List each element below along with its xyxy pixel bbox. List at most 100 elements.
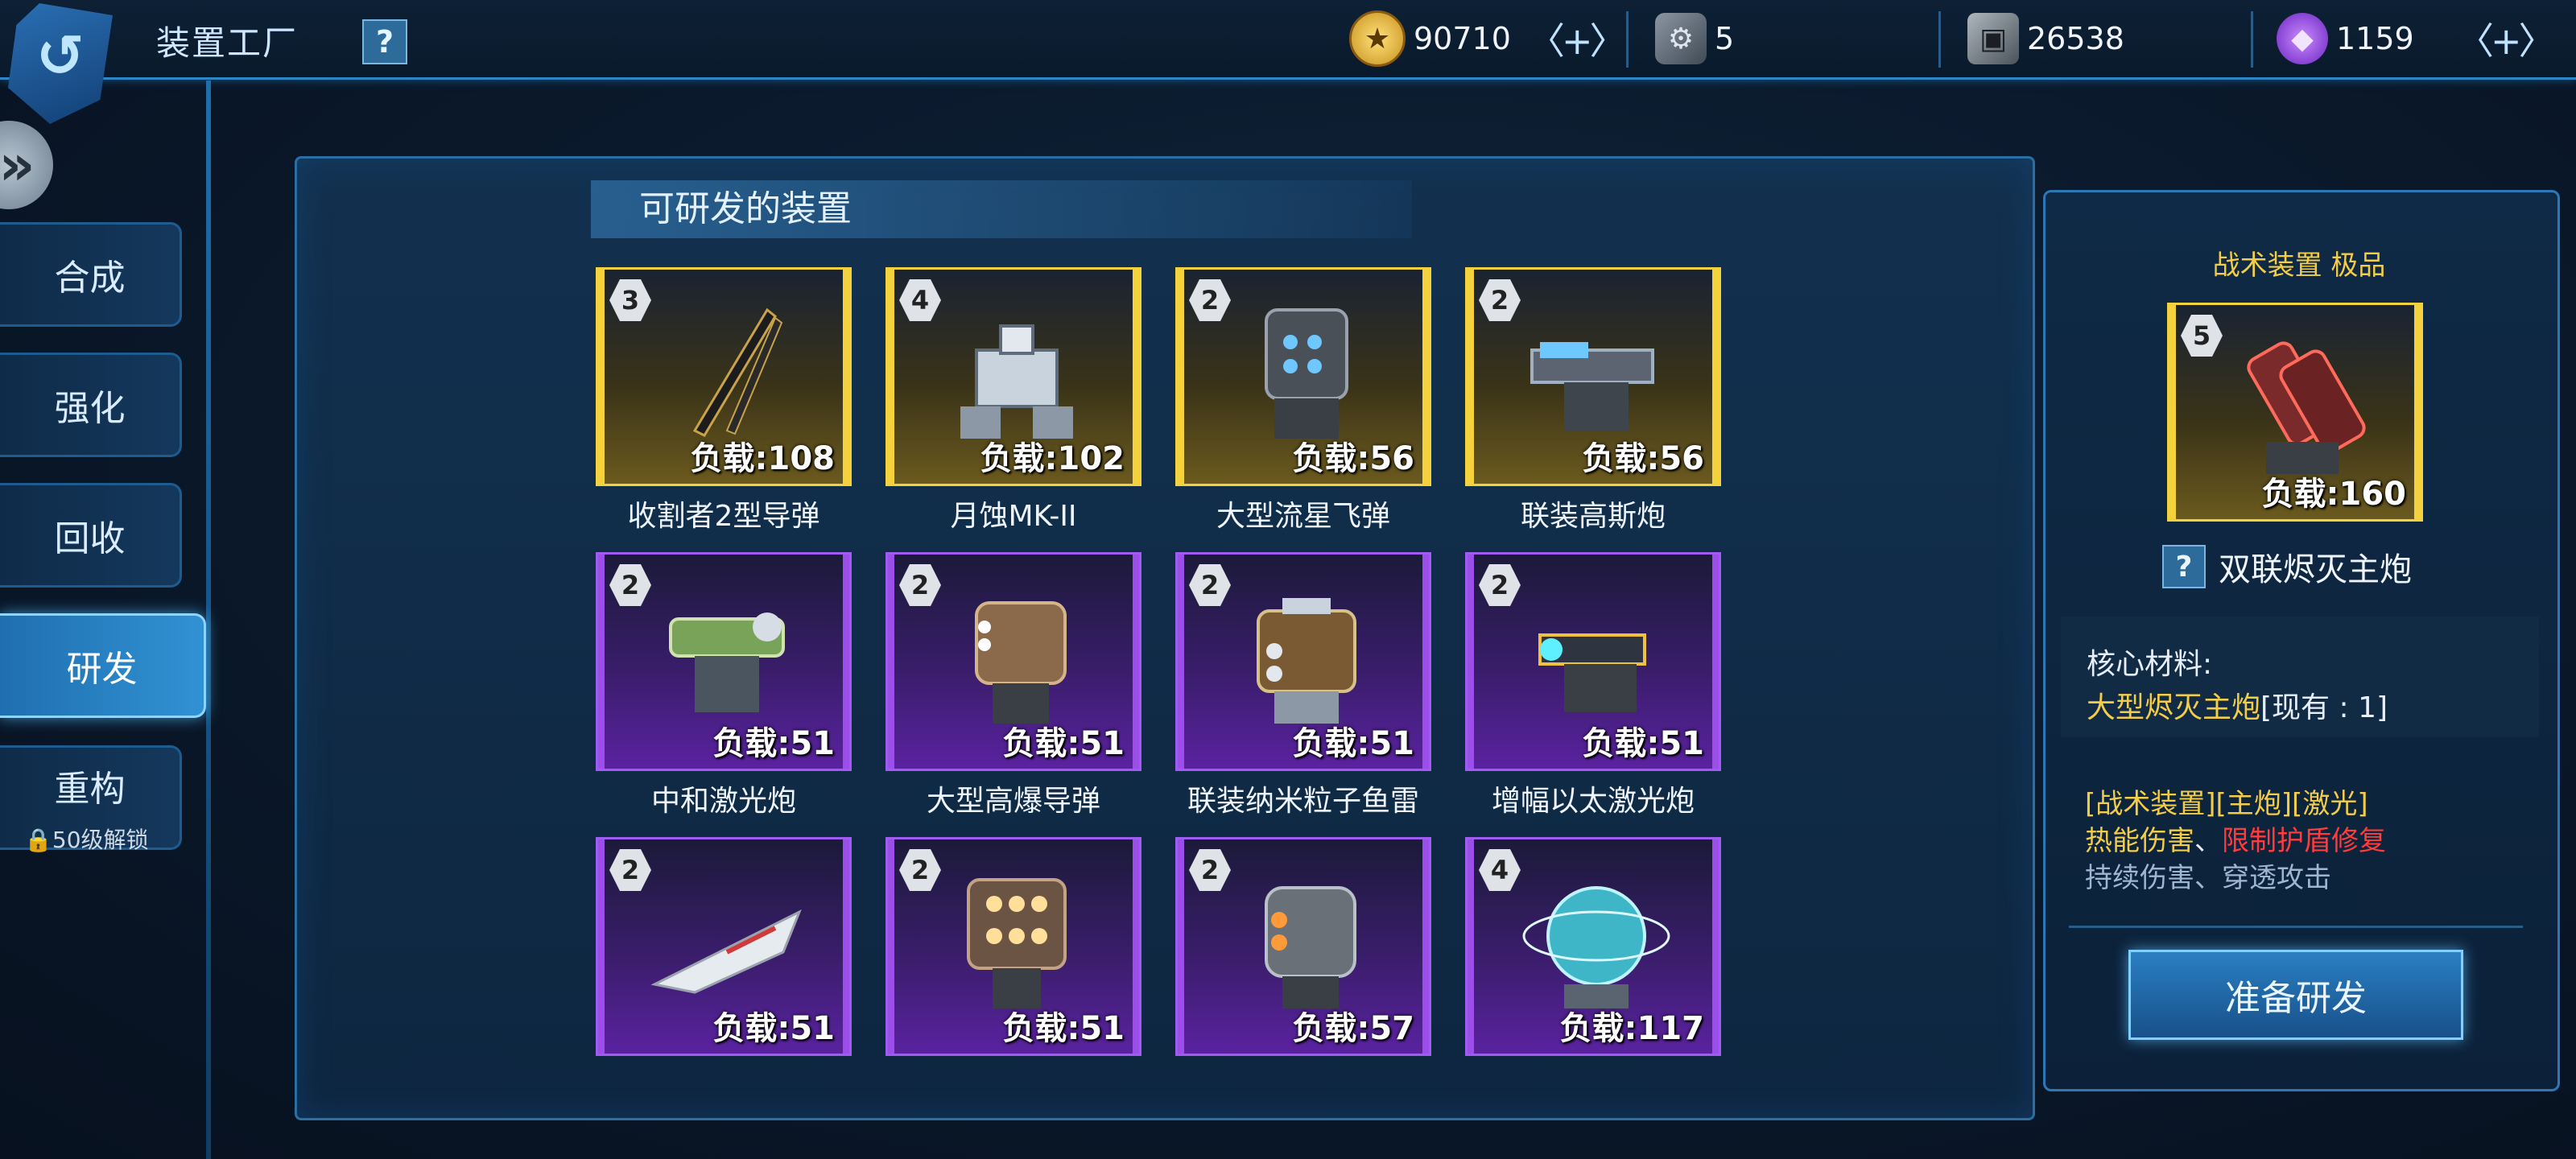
load-value: 负载:102 (980, 440, 1125, 477)
torpedo-box-icon (1257, 598, 1356, 724)
material-value: 大型烬灭主炮[现有 : 1] (2087, 684, 2388, 726)
device-card[interactable]: 2 负载:57 (1175, 837, 1431, 1056)
missile-launcher-icon (975, 601, 1067, 724)
nav-item-label: 研发 (66, 649, 138, 690)
load-value: 负载:117 (1559, 1010, 1705, 1047)
nav-item-label: 合成 (54, 258, 126, 299)
device-name: 月蚀MK-II (950, 500, 1077, 533)
load-value: 负载:51 (1002, 1010, 1125, 1047)
level-badge: 3 (609, 279, 651, 321)
nav-divider-line (206, 80, 211, 1159)
detail-name-row: ? 双联烬灭主炮 (2162, 538, 2444, 596)
load-value: 负载:57 (1292, 1010, 1414, 1047)
level-badge: 2 (1479, 564, 1521, 606)
missile-pod-icon (1265, 308, 1348, 439)
back-button[interactable]: ↺ (8, 3, 113, 124)
nav-item-research[interactable]: 研发 (0, 613, 206, 718)
energy-orb-icon (1522, 886, 1670, 1008)
effect-shield-limit: 限制护盾修复 (2222, 825, 2386, 857)
device-card[interactable]: 2 负载:51 (1175, 552, 1431, 771)
device-tags: [战术装置][主炮][激光] 热能伤害、限制护盾修复 持续伤害、穿透攻击 (2085, 786, 2386, 897)
level-badge: 2 (609, 564, 651, 606)
nav-item-label: 回收 (54, 518, 126, 559)
plus-icon: 〈+〉 (2457, 19, 2556, 63)
gauss-cannon-icon (1530, 342, 1654, 431)
level-badge: 2 (1479, 279, 1521, 321)
nav-item-recycle[interactable]: 回收 (0, 483, 182, 588)
nav-item-label: 重构 (54, 769, 126, 810)
back-arrow-icon: ↺ (35, 22, 85, 89)
divider (1938, 11, 1941, 68)
device-name: 大型流星飞弹 (1216, 500, 1390, 533)
unlock-note: 🔒50级解锁 (24, 823, 149, 855)
device-card[interactable]: 2 负载:56 (1465, 267, 1721, 486)
level-badge: 2 (609, 849, 651, 891)
laser-cannon-icon (669, 612, 785, 712)
level-badge: 2 (899, 564, 941, 606)
level-badge: 2 (1189, 564, 1231, 606)
load-value: 负载:56 (1292, 440, 1414, 477)
twin-cannon-icon (2247, 341, 2366, 474)
device-card[interactable]: 2 负载:51 (596, 837, 852, 1056)
load-value: 负载:51 (1292, 725, 1414, 762)
alloy-currency: ▣ 26538 (1967, 8, 2124, 69)
prepare-research-button[interactable]: 准备研发 (2128, 950, 2463, 1040)
divider (1626, 11, 1629, 68)
section-title: 可研发的装置 (591, 180, 1412, 238)
device-name: 增幅以太激光炮 (1491, 785, 1695, 818)
alloy-value: 26538 (2027, 21, 2124, 56)
load-value: 负载:51 (712, 725, 835, 762)
help-button[interactable]: ? (362, 19, 407, 64)
mech-part-icon: ⚙ (1655, 13, 1707, 64)
load-value: 负载:51 (712, 1010, 835, 1047)
effect-sep: 、 (2194, 825, 2222, 857)
effect-thermal: 热能伤害 (2085, 825, 2194, 857)
page-title: 装置工厂 (156, 23, 299, 63)
effect-line: 热能伤害、限制护盾修复 (2085, 823, 2386, 860)
device-list-panel (295, 156, 2035, 1120)
load-value: 负载:51 (1002, 725, 1125, 762)
device-name: 中和激光炮 (650, 785, 796, 818)
divider (2251, 11, 2253, 68)
gold-add-button[interactable]: 〈+〉 (1528, 8, 1627, 69)
crystal-currency: ◆ 1159 (2277, 8, 2414, 69)
level-badge: 4 (1479, 849, 1521, 891)
device-card[interactable]: 2 负载:51 (886, 837, 1141, 1056)
gold-value: 90710 (1414, 21, 1511, 56)
nav-item-enhance[interactable]: 强化 (0, 353, 182, 457)
parts-value: 5 (1715, 21, 1735, 56)
detail-help-button[interactable]: ? (2162, 545, 2206, 588)
double-chevron-right-icon: » (0, 132, 35, 198)
level-badge: 2 (1189, 279, 1231, 321)
crystal-add-button[interactable]: 〈+〉 (2457, 8, 2556, 69)
material-count: [现有 : 1] (2260, 691, 2388, 724)
device-name: 大型高爆导弹 (926, 785, 1100, 818)
detail-device-name: 双联烬灭主炮 (2219, 551, 2412, 588)
material-label: 核心材料: (2087, 648, 2213, 681)
turret-engine-icon (1265, 886, 1356, 1008)
device-card[interactable]: 2 负载:51 (596, 552, 852, 771)
separator (2069, 926, 2523, 928)
device-card[interactable]: 4 负载:102 (886, 267, 1141, 486)
unlock-note-text: 50级解锁 (52, 827, 149, 853)
load-value: 负载:51 (1582, 725, 1704, 762)
selected-device-card: 5 负载:160 (2167, 303, 2423, 522)
missile-icon (692, 307, 783, 437)
expand-button[interactable]: » (0, 121, 53, 209)
level-badge: 2 (1189, 849, 1231, 891)
purple-crystal-icon: ◆ (2277, 13, 2328, 64)
device-card[interactable]: 4 负载:117 (1465, 837, 1721, 1056)
device-name: 联装高斯炮 (1520, 500, 1666, 533)
plus-icon: 〈+〉 (1528, 19, 1627, 63)
device-card[interactable]: 2 负载:51 (1465, 552, 1721, 771)
device-name: 收割者2型导弹 (627, 500, 820, 533)
nav-item-synthesis[interactable]: 合成 (0, 222, 182, 327)
device-card[interactable]: 3 负载:108 (596, 267, 852, 486)
material-name: 大型烬灭主炮 (2087, 691, 2261, 724)
lock-icon: 🔒 (24, 827, 52, 853)
level-badge: 2 (899, 849, 941, 891)
gold-currency: ★ 90710 (1349, 8, 1511, 69)
device-card[interactable]: 2 负载:51 (886, 552, 1141, 771)
device-card[interactable]: 2 负载:56 (1175, 267, 1431, 486)
device-name: 联装纳米粒子鱼雷 (1187, 785, 1419, 818)
